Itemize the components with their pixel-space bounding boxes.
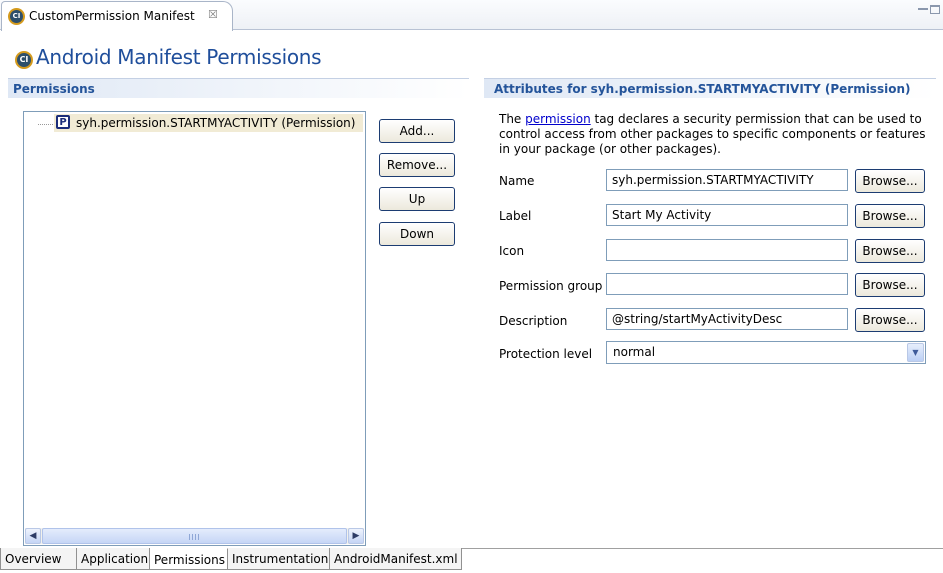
icon-browse-button[interactable]: Browse... [855,239,925,263]
label-label: Label [499,209,532,223]
close-icon[interactable]: ☒ [208,8,218,21]
permission-group-label: Permission group [499,279,603,293]
manifest-editor: CI CustomPermission Manifest ☒ CI Androi… [0,0,943,573]
protection-level-value: normal [613,345,656,359]
protection-level-label: Protection level [499,347,593,361]
name-field[interactable]: syh.permission.STARTMYACTIVITY [606,169,848,191]
permission-icon: P [56,115,70,129]
permission-group-browse-button[interactable]: Browse... [855,273,925,297]
scroll-left-icon[interactable]: ◀ [25,528,41,544]
ci-icon: CI [10,10,23,23]
permissions-section-heading: Permissions [8,78,469,98]
description-browse-button[interactable]: Browse... [855,308,925,332]
description-field[interactable]: @string/startMyActivityDesc [606,308,848,330]
page-title: Android Manifest Permissions [36,45,322,69]
label-field[interactable]: Start My Activity [606,204,848,226]
tree-connector [38,124,53,125]
chevron-down-icon[interactable]: ▼ [907,343,924,362]
editor-tab[interactable]: CI CustomPermission Manifest ☒ [1,1,233,31]
permissions-tree[interactable]: P syh.permission.STARTMYACTIVITY (Permis… [23,111,366,546]
tab-instrumentation[interactable]: Instrumentation [228,548,330,570]
remove-button[interactable]: Remove... [379,153,455,177]
maximize-icon[interactable] [930,5,940,14]
tab-androidmanifest-xml[interactable]: AndroidManifest.xml [330,548,462,570]
tree-item-label: syh.permission.STARTMYACTIVITY (Permissi… [76,116,356,130]
tab-permissions[interactable]: Permissions [150,548,228,570]
manifest-page-tabs: Overview Application Permissions Instrum… [0,548,943,573]
up-button[interactable]: Up [379,187,455,211]
name-label: Name [499,174,535,188]
horizontal-scrollbar[interactable]: ◀ ▶ [25,528,364,544]
editor-tab-title: CustomPermission Manifest [29,9,195,23]
protection-level-select[interactable]: normal ▼ [606,341,926,364]
description-prefix: The [499,112,526,126]
permission-description: The permission tag declares a security p… [499,112,931,157]
icon-label: Icon [499,244,525,258]
grip-icon [189,534,199,540]
icon-field[interactable] [606,239,848,261]
tree-item-permission[interactable]: P syh.permission.STARTMYACTIVITY (Permis… [54,114,363,132]
scrollbar-thumb[interactable] [42,528,347,544]
permission-group-field[interactable] [606,273,848,295]
editor-tab-bar: CI CustomPermission Manifest ☒ [0,0,943,31]
scroll-right-icon[interactable]: ▶ [348,528,364,544]
tab-overview[interactable]: Overview [0,548,77,570]
permission-doc-link[interactable]: permission [525,112,591,126]
down-button[interactable]: Down [379,222,455,246]
tab-application[interactable]: Application [77,548,150,570]
ci-icon: CI [17,53,31,67]
name-browse-button[interactable]: Browse... [855,169,925,193]
label-browse-button[interactable]: Browse... [855,204,925,228]
minimize-icon[interactable] [918,8,928,10]
description-label: Description [499,314,568,328]
add-button[interactable]: Add... [379,119,455,143]
attributes-section-heading: Attributes for syh.permission.STARTMYACT… [484,78,936,98]
